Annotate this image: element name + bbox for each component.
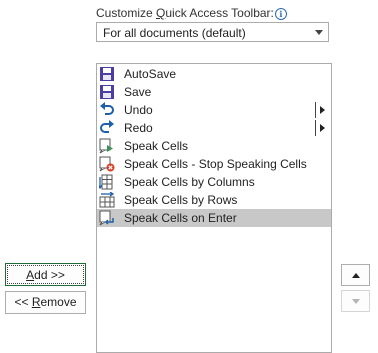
submenu-separator <box>315 120 316 136</box>
list-item[interactable]: Speak Cells by Rows <box>97 191 331 209</box>
list-item[interactable]: Speak Cells - Stop Speaking Cells <box>97 155 331 173</box>
list-item[interactable]: AutoSave <box>97 65 331 83</box>
list-item[interactable]: Speak Cells on Enter <box>97 209 331 227</box>
info-icon[interactable]: i <box>274 8 287 20</box>
list-item-label: Speak Cells by Columns <box>124 175 255 189</box>
chevron-down-icon <box>315 30 323 35</box>
undo-icon <box>99 102 115 118</box>
add-button-focus-ring: Add >> <box>7 265 84 284</box>
remove-button[interactable]: << Remove <box>5 291 86 314</box>
remove-accelerator: R <box>31 295 41 309</box>
list-item[interactable]: Redo <box>97 119 331 137</box>
customize-qat-label: Customize Quick Access Toolbar: i <box>96 6 287 20</box>
add-label: dd >> <box>34 268 65 282</box>
speak-rows-icon <box>99 191 115 208</box>
arrow-up-icon <box>352 273 360 278</box>
list-item-label: Speak Cells - Stop Speaking Cells <box>124 157 307 171</box>
list-item[interactable]: Save <box>97 83 331 101</box>
stop-speaking-icon <box>99 156 115 172</box>
list-item-label: Redo <box>124 121 153 135</box>
speak-columns-icon <box>97 174 115 190</box>
label-suffix: uick Access Toolbar: <box>165 6 274 20</box>
submenu-separator <box>315 102 316 118</box>
dropdown-selected-value: For all documents (default) <box>103 26 246 40</box>
label-prefix: Customize <box>96 6 157 20</box>
speak-enter-icon <box>99 210 115 226</box>
list-item[interactable]: Speak Cells by Columns <box>97 173 331 191</box>
list-item-label: Save <box>124 85 152 99</box>
save-disk-icon <box>99 66 115 82</box>
speak-cells-icon <box>99 138 115 154</box>
move-up-button[interactable] <box>341 264 370 286</box>
list-item[interactable]: Undo <box>97 101 331 119</box>
arrow-down-icon <box>352 299 360 304</box>
document-scope-dropdown[interactable]: For all documents (default) <box>96 22 329 42</box>
list-item-label: AutoSave <box>124 67 177 81</box>
move-down-button[interactable] <box>341 290 370 312</box>
remove-label: emove <box>40 295 77 309</box>
redo-icon <box>99 120 115 136</box>
label-accelerator: Q <box>156 6 166 20</box>
save-disk-icon <box>99 84 115 100</box>
list-item-label: Speak Cells on Enter <box>124 211 237 225</box>
list-item[interactable]: Speak Cells <box>97 137 331 155</box>
add-accelerator: A <box>26 268 35 282</box>
list-item-label: Undo <box>124 103 153 117</box>
submenu-arrow-icon[interactable] <box>320 124 325 132</box>
remove-prefix: << <box>14 295 32 309</box>
add-button[interactable]: Add >> <box>5 263 86 286</box>
list-item-label: Speak Cells <box>124 139 189 153</box>
qat-commands-list[interactable]: AutoSave Save Undo Redo Speak Cells Speak Cel… <box>96 63 332 353</box>
submenu-arrow-icon[interactable] <box>320 106 325 114</box>
list-item-label: Speak Cells by Rows <box>124 193 238 207</box>
